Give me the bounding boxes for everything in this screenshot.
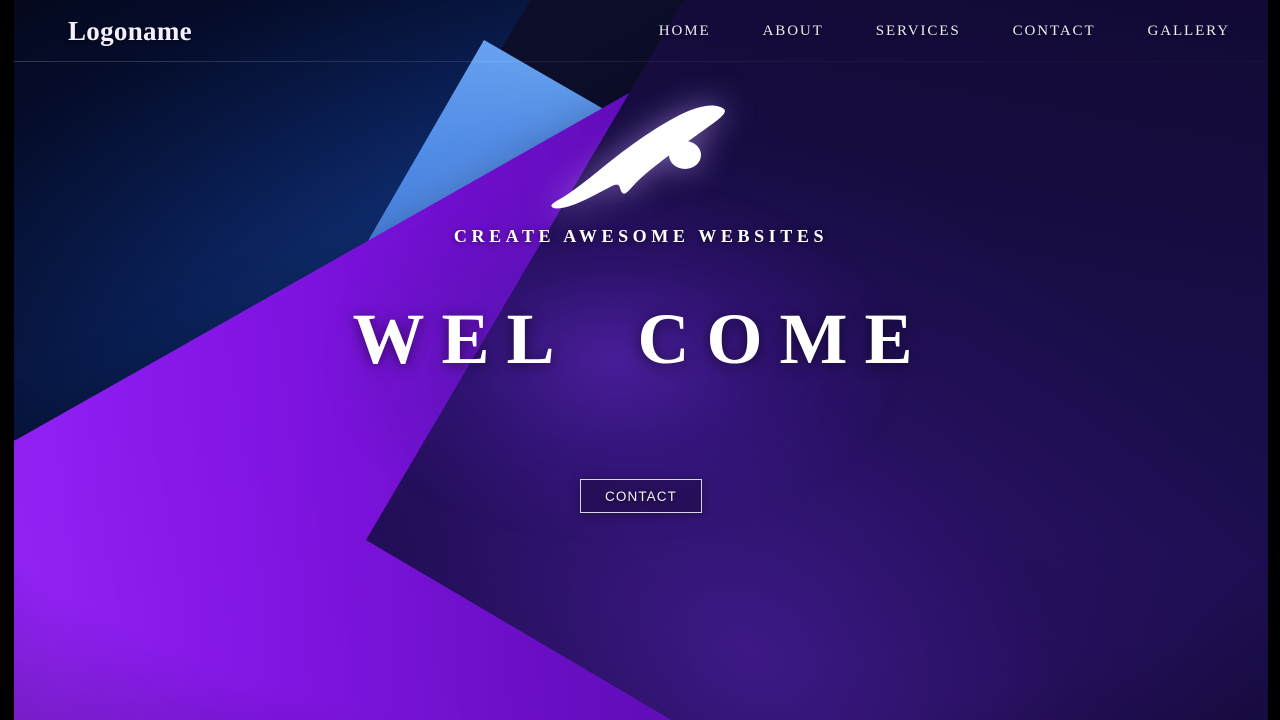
nav-item-services[interactable]: Services [876,23,961,40]
letterbox-bar-left [0,0,14,720]
hero-headline: WEL COME [352,299,930,379]
nav-item-about[interactable]: About [763,23,824,40]
nav-item-contact[interactable]: Contact [1013,23,1096,40]
primary-navigation: Home About Services Contact Gallery [659,23,1230,40]
hero-viewport: Q W E R T Y U A S D F G H J cmd Z X [14,0,1268,720]
feather-quill-emblem-icon [551,105,725,209]
brand-logo-text[interactable]: Logoname [68,16,192,47]
nav-item-home[interactable]: Home [659,23,711,40]
contact-button[interactable]: Contact [580,479,702,514]
nav-item-gallery[interactable]: Gallery [1148,23,1230,40]
page-root: Q W E R T Y U A S D F G H J cmd Z X [0,0,1280,720]
letterbox-bar-right [1268,0,1280,720]
hero-tagline: Create Awesome Websites [453,226,829,246]
site-header: Logoname Home About Services Contact Gal… [14,0,1268,62]
